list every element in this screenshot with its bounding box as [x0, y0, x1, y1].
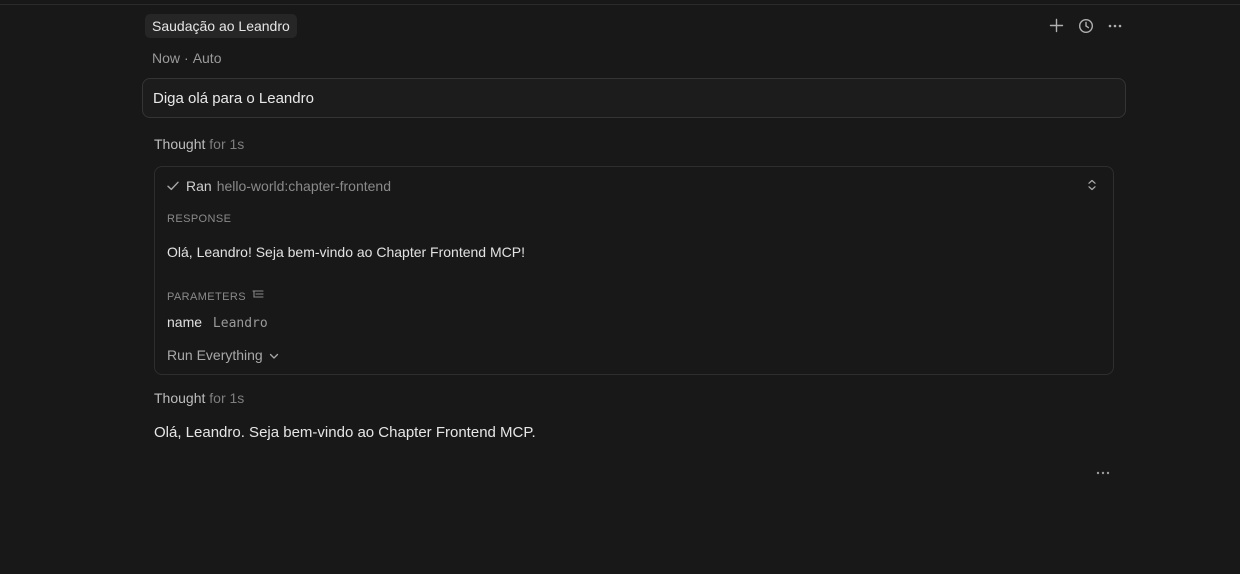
parameters-header: PARAMETERS — [167, 290, 264, 303]
thought-duration-2: for 1s — [209, 390, 245, 406]
parameter-value: Leandro — [212, 316, 268, 331]
thought-indicator[interactable]: Thought for 1s — [154, 136, 244, 152]
top-divider — [0, 4, 1240, 5]
tool-call-header[interactable]: Ran hello-world:chapter-frontend — [167, 178, 391, 194]
tool-call-card: Ran hello-world:chapter-frontend RESPONS… — [154, 166, 1114, 375]
conversation-header: Saudação ao Leandro — [145, 14, 1130, 38]
user-message[interactable]: Diga olá para o Leandro — [142, 78, 1126, 118]
tool-status: Ran — [186, 178, 212, 194]
more-icon[interactable] — [1105, 16, 1124, 35]
list-tree-icon[interactable] — [252, 290, 264, 303]
meta-mode[interactable]: Auto — [193, 50, 222, 66]
parameter-key: name — [167, 314, 203, 330]
thought-label: Thought — [154, 136, 206, 152]
conversation-meta: Now · Auto — [152, 50, 222, 66]
conversation-title[interactable]: Saudação ao Leandro — [145, 14, 297, 38]
thought-label-2: Thought — [154, 390, 206, 406]
response-label: RESPONSE — [167, 213, 232, 225]
history-icon[interactable] — [1076, 16, 1095, 35]
header-actions — [1047, 16, 1124, 35]
thought-duration: for 1s — [209, 136, 245, 152]
chevron-down-icon — [269, 347, 279, 363]
tool-name: hello-world:chapter-frontend — [216, 178, 392, 194]
chevron-up-down-icon[interactable] — [1085, 178, 1099, 192]
meta-separator: · — [184, 50, 189, 66]
parameter-row: name Leandro — [167, 314, 268, 331]
tool-response: Olá, Leandro! Seja bem-vindo ao Chapter … — [167, 244, 525, 260]
plus-icon[interactable] — [1047, 16, 1066, 35]
run-everything-label: Run Everything — [167, 347, 263, 363]
meta-time: Now — [152, 50, 181, 66]
user-message-text: Diga olá para o Leandro — [153, 90, 314, 107]
message-more-icon[interactable] — [1096, 462, 1112, 475]
check-icon — [167, 179, 179, 194]
assistant-answer: Olá, Leandro. Seja bem-vindo ao Chapter … — [154, 424, 536, 441]
parameters-label: PARAMETERS — [167, 290, 246, 303]
run-everything-dropdown[interactable]: Run Everything — [167, 347, 279, 363]
thought-indicator-2[interactable]: Thought for 1s — [154, 390, 244, 406]
